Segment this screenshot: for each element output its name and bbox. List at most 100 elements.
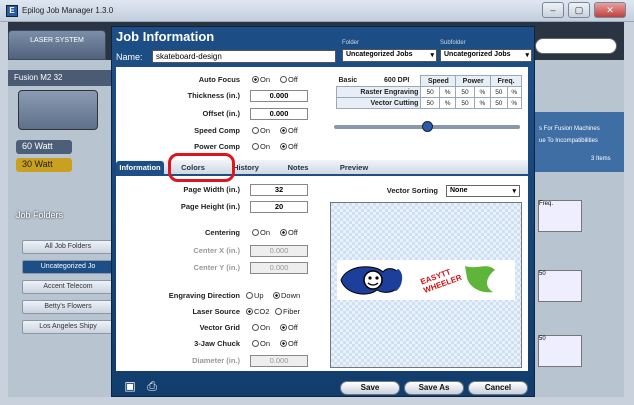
radio-label: On [260, 142, 271, 151]
window-title: Epilog Job Manager 1.3.0 [22, 6, 114, 15]
radio-dot-icon [252, 229, 259, 236]
vector-sorting-select[interactable]: None ▾ [446, 185, 520, 197]
name-label: Name: [116, 52, 143, 62]
settings-slider[interactable] [334, 121, 520, 132]
radio-label: On [260, 126, 271, 135]
radio-dot-icon [280, 127, 287, 134]
warning-band: s For Fusion Machines ue To Incompatibil… [535, 112, 624, 172]
laser-fiber-radio[interactable]: Fiber [275, 307, 300, 316]
tab-preview[interactable]: Preview [330, 161, 378, 176]
direction-up-radio[interactable]: Up [246, 291, 264, 300]
center-x-input[interactable]: 0.000 [250, 245, 308, 257]
auto-focus-off-radio[interactable]: Off [280, 75, 298, 84]
chevron-down-icon: ▾ [525, 52, 529, 59]
subfolder-label: Subfolder [440, 40, 466, 46]
skateboard-artwork: EASYTT WHEELER [337, 260, 515, 300]
tab-notes[interactable]: Notes [276, 161, 320, 176]
laser-co2-radio[interactable]: CO2 [246, 307, 269, 316]
save-as-button[interactable]: Save As [404, 381, 464, 395]
folder-value: Uncategorized Jobs [346, 51, 413, 58]
radio-dot-icon [280, 143, 287, 150]
engraving-direction-label: Engraving Direction [168, 291, 240, 300]
jaw-chuck-off-radio[interactable]: Off [280, 339, 298, 348]
grid-value: 50 [539, 271, 546, 277]
radio-label: On [260, 339, 271, 348]
radio-label: CO2 [254, 307, 270, 316]
laser-source-label: Laser Source [192, 307, 240, 316]
centering-off-radio[interactable]: Off [280, 228, 298, 237]
job-name-input[interactable]: skateboard-design [152, 50, 336, 63]
folder-item[interactable]: All Job Folders [22, 240, 114, 254]
slider-knob[interactable] [422, 121, 433, 132]
cancel-button[interactable]: Cancel [468, 381, 528, 395]
folder-item[interactable]: Accent Telecom [22, 280, 114, 294]
page-width-input[interactable]: 32 [250, 184, 308, 196]
radio-dot-icon [252, 127, 259, 134]
vector-freq-input[interactable]: 50 [490, 97, 508, 109]
radio-dot-icon [280, 324, 287, 331]
direction-down-radio[interactable]: Down [273, 291, 300, 300]
radio-label: On [260, 75, 271, 84]
chevron-down-icon: ▾ [430, 52, 434, 59]
radio-dot-icon [252, 324, 259, 331]
job-grid: 50 [538, 270, 582, 302]
tab-information[interactable]: Information [116, 161, 164, 176]
raster-speed-input[interactable]: 50 [420, 86, 440, 98]
power-comp-on-radio[interactable]: On [252, 142, 270, 151]
radio-dot-icon [280, 340, 287, 347]
vector-grid-on-radio[interactable]: On [252, 323, 270, 332]
power-comp-off-radio[interactable]: Off [280, 142, 298, 151]
minimize-button[interactable]: – [542, 2, 564, 18]
auto-focus-label: Auto Focus [198, 75, 240, 84]
radio-dot-icon [252, 340, 259, 347]
raster-freq-input[interactable]: 50 [490, 86, 508, 98]
laser-60w-badge[interactable]: 60 Watt [16, 140, 72, 154]
jaw-chuck-on-radio[interactable]: On [252, 339, 270, 348]
search-input[interactable] [535, 38, 617, 54]
auto-focus-on-radio[interactable]: On [252, 75, 270, 84]
grid-header: Freq. [539, 201, 554, 207]
save-button[interactable]: Save [340, 381, 400, 395]
vector-grid-off-radio[interactable]: Off [280, 323, 298, 332]
vector-power-input[interactable]: 50 [455, 97, 475, 109]
diameter-input[interactable]: 0.000 [250, 355, 308, 367]
machine-name: Fusion M2 32 [8, 70, 116, 86]
folder-item[interactable]: Uncategorized Jo [22, 260, 114, 274]
radio-label: Off [288, 126, 298, 135]
folder-item[interactable]: Los Angeles Shipy [22, 320, 114, 334]
center-y-input[interactable]: 0.000 [250, 262, 308, 274]
offset-input[interactable]: 0.000 [250, 108, 308, 120]
centering-on-radio[interactable]: On [252, 228, 270, 237]
vector-sorting-value: None [450, 187, 468, 194]
vector-speed-input[interactable]: 50 [420, 97, 440, 109]
page-height-input[interactable]: 20 [250, 201, 308, 213]
speed-comp-off-radio[interactable]: Off [280, 126, 298, 135]
thickness-input[interactable]: 0.000 [250, 90, 308, 102]
tab-laser-system[interactable]: LASER SYSTEM [8, 30, 106, 60]
close-button[interactable]: ✕ [594, 2, 626, 18]
laser-30w-badge[interactable]: 30 Watt [16, 158, 72, 172]
job-preview: EASYTT WHEELER [330, 202, 522, 368]
left-panel: Fusion M2 32 60 Watt 30 Watt Job Folders… [8, 60, 116, 397]
unit-label: % [473, 86, 492, 98]
speed-comp-on-radio[interactable]: On [252, 126, 270, 135]
maximize-button[interactable]: ▢ [568, 2, 590, 18]
page-width-label: Page Width (in.) [183, 185, 240, 194]
colors-tab-highlight [168, 153, 235, 182]
printer-icon[interactable]: ⎙ [144, 378, 160, 394]
radio-dot-icon [275, 308, 282, 315]
subfolder-select[interactable]: Uncategorized Jobs ▾ [440, 49, 532, 62]
tab-laser-system-label: LASER SYSTEM [30, 37, 84, 44]
folder-select[interactable]: Uncategorized Jobs ▾ [342, 49, 437, 62]
centering-label: Centering [204, 228, 240, 237]
folder-icon[interactable]: ▣ [122, 378, 138, 394]
job-grid: 50 [538, 335, 582, 367]
vector-sorting-label: Vector Sorting [386, 186, 438, 195]
folder-item[interactable]: Betty's Flowers [22, 300, 114, 314]
radio-dot-icon [252, 143, 259, 150]
title-bar: E Epilog Job Manager 1.3.0 – ▢ ✕ [0, 0, 634, 22]
radio-label: On [260, 228, 271, 237]
radio-label: Down [281, 291, 301, 300]
power-header: Power [455, 75, 492, 87]
raster-power-input[interactable]: 50 [455, 86, 475, 98]
